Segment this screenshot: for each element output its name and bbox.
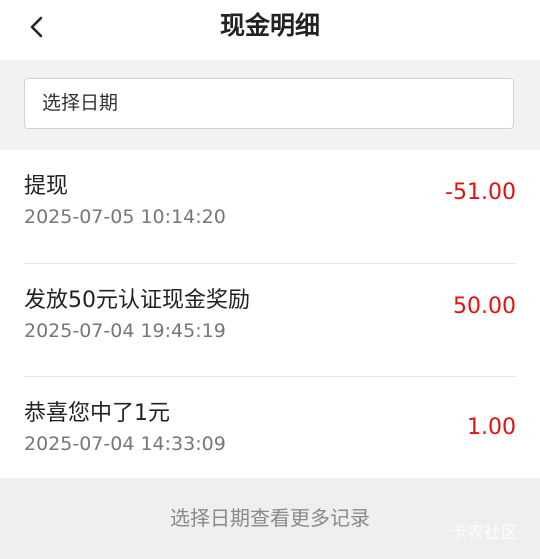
record-title: 发放50元认证现金奖励 — [24, 288, 250, 313]
list-item: 恭喜您中了1元 2025-07-04 14:33:09 1.00 — [24, 376, 516, 490]
record-amount: 1.00 — [467, 415, 516, 440]
record-time: 2025-07-05 10:14:20 — [24, 206, 226, 228]
record-time: 2025-07-04 14:33:09 — [24, 433, 226, 455]
record-title: 提现 — [24, 174, 69, 199]
list-item: 提现 2025-07-05 10:14:20 -51.00 — [24, 150, 516, 263]
top-bar: 现金明细 — [0, 0, 540, 60]
date-filter-bar: 选择日期 — [0, 60, 540, 150]
cash-record-list: 提现 2025-07-05 10:14:20 -51.00 发放50元认证现金奖… — [0, 150, 540, 478]
record-time: 2025-07-04 19:45:19 — [24, 320, 226, 342]
watermark: 卡农社区 — [450, 523, 518, 543]
date-picker-input[interactable]: 选择日期 — [24, 78, 514, 129]
record-title: 恭喜您中了1元 — [24, 401, 170, 426]
list-item: 发放50元认证现金奖励 2025-07-04 19:45:19 50.00 — [24, 263, 516, 377]
page-title: 现金明细 — [219, 11, 320, 40]
footer-bar: 选择日期查看更多记录 卡农社区 — [0, 478, 540, 559]
record-amount: 50.00 — [453, 294, 516, 319]
record-amount: -51.00 — [445, 180, 516, 205]
